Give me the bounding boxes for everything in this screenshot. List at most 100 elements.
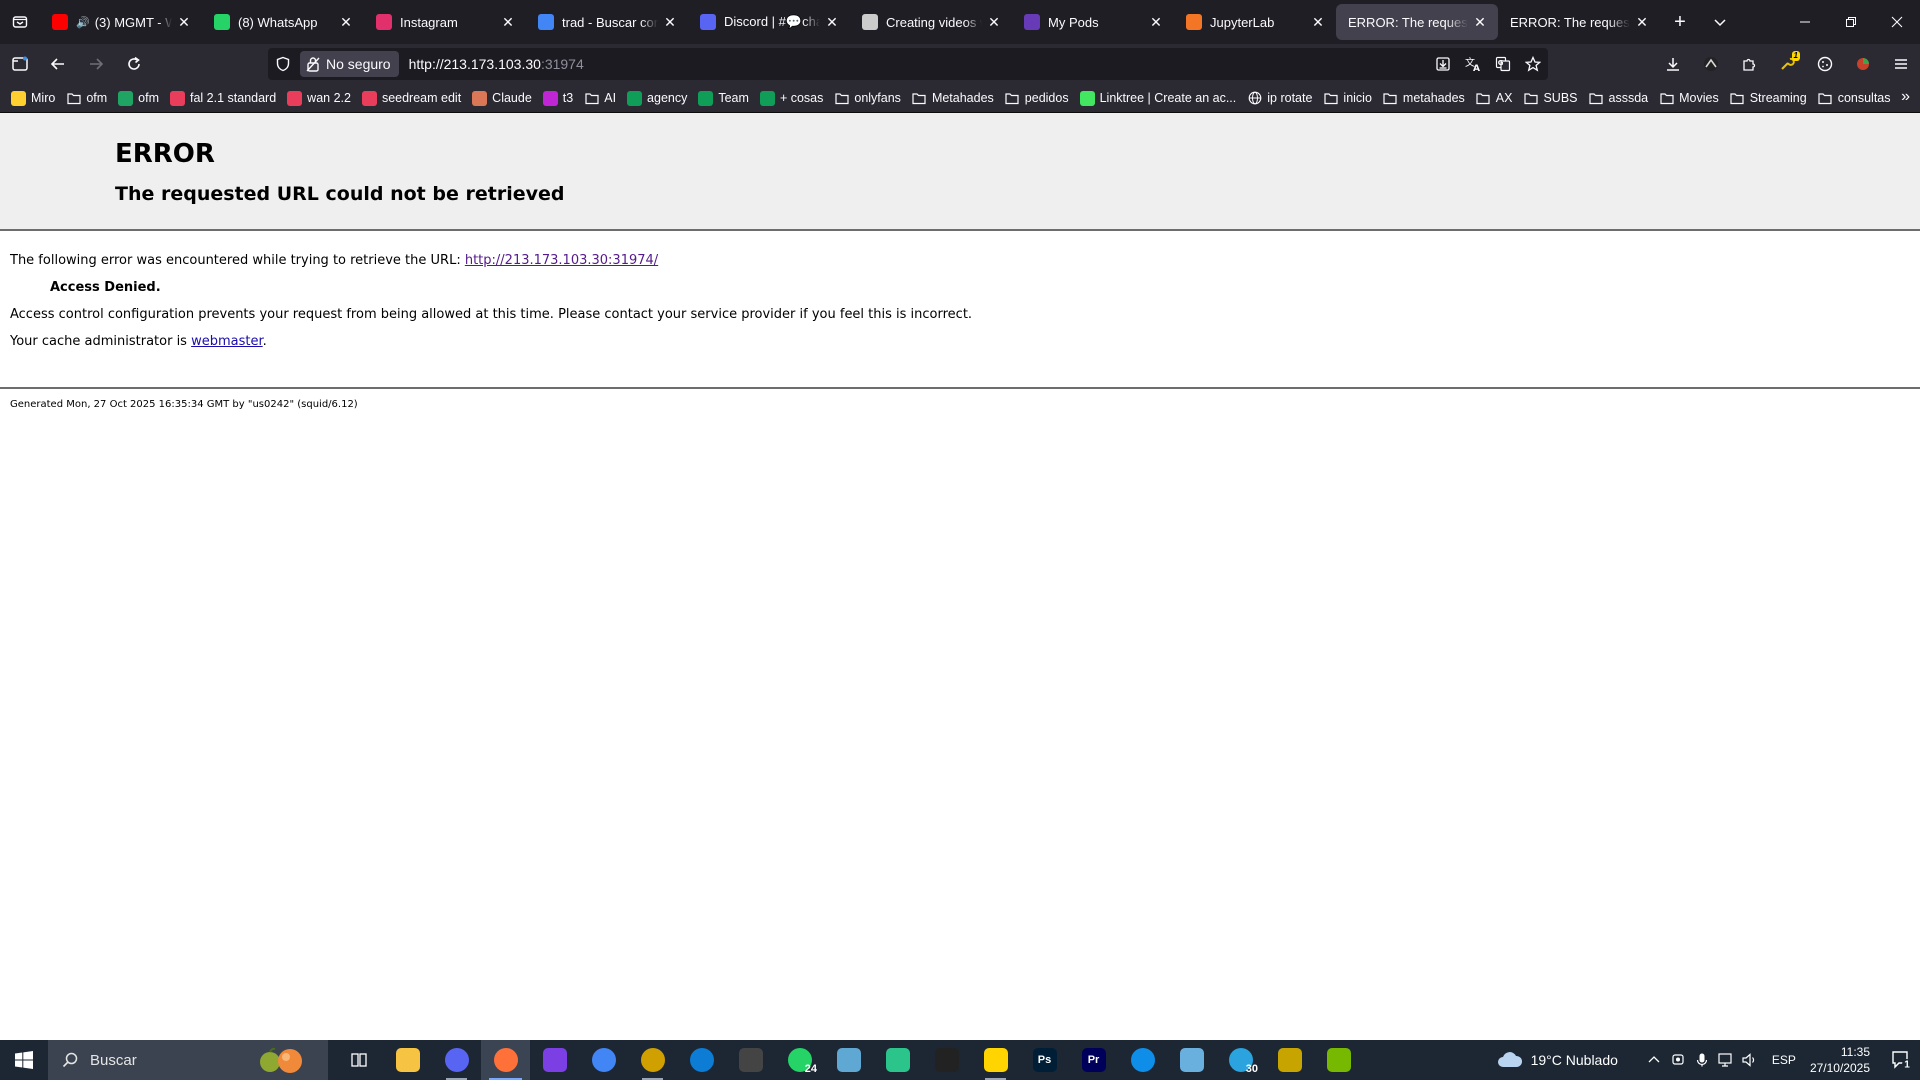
tab-8[interactable]: ERROR: The requested URL✕ bbox=[1336, 4, 1498, 40]
taskbar-app-nvidia[interactable] bbox=[1314, 1040, 1363, 1080]
tab-1[interactable]: (8) WhatsApp ✕ bbox=[202, 4, 364, 40]
bookmark-item[interactable]: wan 2.2 bbox=[282, 86, 357, 110]
taskbar-app-task-view[interactable] bbox=[334, 1040, 383, 1080]
weather-widget[interactable]: 19°C Nublado bbox=[1497, 1051, 1618, 1069]
bookmark-item[interactable]: Claude bbox=[467, 86, 538, 110]
taskbar-app-search-tool[interactable] bbox=[1265, 1040, 1314, 1080]
tab-overflow-button[interactable] bbox=[1700, 4, 1740, 40]
tab-9[interactable]: ERROR: The requested URL✕ bbox=[1498, 4, 1660, 40]
taskbar-app-store[interactable] bbox=[824, 1040, 873, 1080]
bookmark-item[interactable]: asssda bbox=[1584, 86, 1655, 110]
start-button[interactable] bbox=[0, 1040, 48, 1080]
tab-6[interactable]: My Pods ✕ bbox=[1012, 4, 1174, 40]
url-text[interactable]: http://213.173.103.30:31974 bbox=[409, 56, 584, 72]
tab-sound-icon[interactable]: 🔊 bbox=[76, 16, 90, 29]
input-language-indicator[interactable]: ESP bbox=[1772, 1053, 1796, 1067]
bookmark-item[interactable]: Streaming bbox=[1725, 86, 1813, 110]
back-button[interactable] bbox=[40, 48, 76, 80]
taskbar-app-firefox[interactable] bbox=[481, 1040, 530, 1080]
tab-close-icon[interactable]: ✕ bbox=[1148, 14, 1164, 31]
tab-7[interactable]: JupyterLab ✕ bbox=[1174, 4, 1336, 40]
tab-5[interactable]: Creating videos with✕ bbox=[850, 4, 1012, 40]
volume-tray-button[interactable] bbox=[1738, 1053, 1762, 1067]
tab-close-icon[interactable]: ✕ bbox=[1634, 14, 1650, 31]
taskbar-search-box[interactable]: Buscar bbox=[48, 1040, 328, 1080]
google-translate-extension-button[interactable]: G bbox=[1488, 56, 1518, 72]
downloads-button[interactable] bbox=[1654, 48, 1692, 80]
bookmark-item[interactable]: agency bbox=[622, 86, 693, 110]
camera-tray-button[interactable] bbox=[1666, 1053, 1690, 1067]
bookmark-item[interactable]: AI bbox=[579, 86, 622, 110]
bookmark-item[interactable]: Metahades bbox=[907, 86, 1000, 110]
webmaster-link[interactable]: webmaster bbox=[191, 334, 263, 349]
bookmark-item[interactable]: seedream edit bbox=[357, 86, 467, 110]
taskbar-app-sticky-notes[interactable] bbox=[971, 1040, 1020, 1080]
bookmark-item[interactable]: consultas bbox=[1813, 86, 1897, 110]
taskbar-app-telegram[interactable]: 30 bbox=[1216, 1040, 1265, 1080]
taskbar-app-davinci-resolve[interactable] bbox=[726, 1040, 775, 1080]
tab-close-icon[interactable]: ✕ bbox=[662, 14, 678, 31]
bookmark-item[interactable]: + cosas bbox=[755, 86, 829, 110]
taskbar-app-sync[interactable] bbox=[873, 1040, 922, 1080]
taskbar-app-edge[interactable] bbox=[677, 1040, 726, 1080]
taskbar-app-premiere[interactable]: Pr bbox=[1069, 1040, 1118, 1080]
taskbar-app-whatsapp[interactable]: 24 bbox=[775, 1040, 824, 1080]
tab-4[interactable]: Discord | #💬chat-general ✕ bbox=[688, 4, 850, 40]
new-tab-button[interactable]: + bbox=[1660, 4, 1700, 40]
bookmark-item[interactable]: pedidos bbox=[1000, 86, 1075, 110]
extension-button-4[interactable] bbox=[1844, 48, 1882, 80]
tab-2[interactable]: Instagram ✕ bbox=[364, 4, 526, 40]
taskbar-app-photoshop[interactable]: Ps bbox=[1020, 1040, 1069, 1080]
tab-close-icon[interactable]: ✕ bbox=[500, 14, 516, 31]
taskbar-app-msi-afterburner[interactable] bbox=[530, 1040, 579, 1080]
sidebar-toggle-button[interactable] bbox=[2, 48, 38, 80]
show-hidden-icons-button[interactable] bbox=[1642, 1054, 1666, 1066]
bookmark-item[interactable]: Miro bbox=[6, 86, 61, 110]
reload-button[interactable] bbox=[116, 48, 152, 80]
translate-button[interactable]: 文A bbox=[1458, 56, 1488, 72]
bookmark-item[interactable]: SUBS bbox=[1518, 86, 1583, 110]
bookmark-item[interactable]: Linktree | Create an ac... bbox=[1075, 86, 1243, 110]
tab-close-icon[interactable]: ✕ bbox=[824, 14, 840, 31]
extension-button-1[interactable] bbox=[1692, 48, 1730, 80]
taskbar-app-teamviewer[interactable] bbox=[1118, 1040, 1167, 1080]
reader-view-button[interactable] bbox=[1428, 56, 1458, 72]
extension-button-2[interactable]: 1 bbox=[1768, 48, 1806, 80]
tab-close-icon[interactable]: ✕ bbox=[176, 14, 192, 31]
bookmark-item[interactable]: Movies bbox=[1654, 86, 1725, 110]
bookmark-item[interactable]: ip rotate bbox=[1242, 86, 1318, 110]
forward-button[interactable] bbox=[78, 48, 114, 80]
microphone-tray-button[interactable] bbox=[1690, 1053, 1714, 1067]
bookmarks-overflow-button[interactable]: » bbox=[1901, 88, 1910, 106]
taskbar-app-notepad[interactable] bbox=[1167, 1040, 1216, 1080]
bookmark-item[interactable]: inicio bbox=[1318, 86, 1378, 110]
restore-button[interactable] bbox=[1828, 0, 1874, 44]
taskbar-app-terminal[interactable] bbox=[922, 1040, 971, 1080]
close-window-button[interactable] bbox=[1874, 0, 1920, 44]
tab-close-icon[interactable]: ✕ bbox=[1472, 14, 1488, 31]
bookmark-item[interactable]: metahades bbox=[1378, 86, 1471, 110]
tracking-protection-button[interactable] bbox=[268, 56, 298, 72]
notification-center-button[interactable]: 1 bbox=[1884, 1050, 1920, 1070]
network-tray-button[interactable] bbox=[1714, 1053, 1738, 1067]
clock[interactable]: 11:35 27/10/2025 bbox=[1810, 1044, 1870, 1076]
app-menu-button[interactable] bbox=[1882, 48, 1920, 80]
taskbar-app-chrome-canary[interactable] bbox=[628, 1040, 677, 1080]
bookmark-item[interactable]: ofm bbox=[113, 86, 165, 110]
tab-3[interactable]: trad - Buscar con Google✕ bbox=[526, 4, 688, 40]
error-url-link[interactable]: http://213.173.103.30:31974/ bbox=[465, 253, 658, 268]
bookmark-item[interactable]: t3 bbox=[538, 86, 579, 110]
taskbar-app-discord[interactable] bbox=[432, 1040, 481, 1080]
minimize-button[interactable] bbox=[1782, 0, 1828, 44]
taskbar-app-chrome[interactable] bbox=[579, 1040, 628, 1080]
tab-close-icon[interactable]: ✕ bbox=[1310, 14, 1326, 31]
taskbar-app-file-explorer[interactable] bbox=[383, 1040, 432, 1080]
bookmark-item[interactable]: onlyfans bbox=[829, 86, 907, 110]
bookmark-item[interactable]: ofm bbox=[61, 86, 113, 110]
bookmark-item[interactable]: Team bbox=[693, 86, 755, 110]
list-all-tabs-button[interactable] bbox=[0, 0, 40, 44]
bookmark-star-button[interactable] bbox=[1518, 56, 1548, 72]
url-bar[interactable]: No seguro http://213.173.103.30:31974 文A… bbox=[268, 48, 1548, 80]
tab-0[interactable]: 🔊 (3) MGMT - Wh✕ bbox=[40, 4, 202, 40]
extension-button-3[interactable] bbox=[1806, 48, 1844, 80]
